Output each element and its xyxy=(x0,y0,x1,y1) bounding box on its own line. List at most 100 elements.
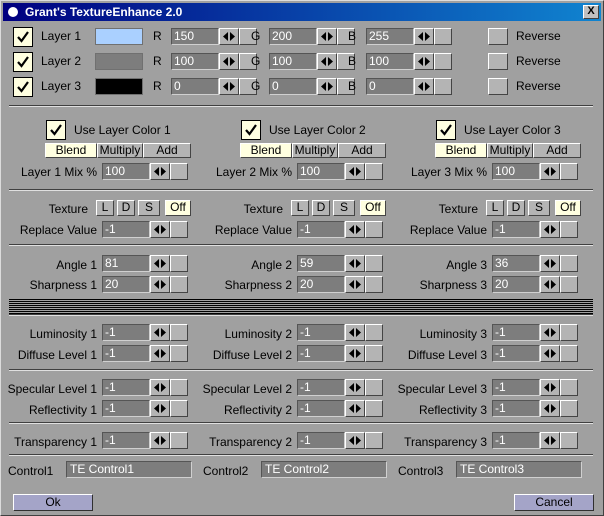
group-1-use-layer-color-checkbox[interactable] xyxy=(46,120,66,140)
group-2-texture-off-button[interactable]: Off xyxy=(360,200,386,216)
group-3-replace-value-input[interactable]: -1 xyxy=(492,221,540,238)
group-2-diffuse-level-spinner[interactable] xyxy=(345,345,365,362)
group-3-transparency-input[interactable]: -1 xyxy=(492,432,540,449)
group-2-angle-extra-button[interactable] xyxy=(365,255,383,272)
layer-2-reverse-checkbox[interactable] xyxy=(488,53,508,70)
layer-2-blue-extra-button[interactable] xyxy=(434,53,452,70)
group-2-transparency-extra-button[interactable] xyxy=(365,432,383,449)
group-2-luminosity-spinner[interactable] xyxy=(345,324,365,341)
group-1-diffuse-level-input[interactable]: -1 xyxy=(102,345,150,362)
group-3-diffuse-level-extra-button[interactable] xyxy=(560,345,578,362)
group-3-sharpness-spinner[interactable] xyxy=(540,276,560,293)
group-2-specular-level-extra-button[interactable] xyxy=(365,379,383,396)
layer-3-blue-input[interactable]: 0 xyxy=(366,78,414,95)
group-1-replace-value-input[interactable]: -1 xyxy=(102,221,150,238)
layer-3-red-spinner[interactable] xyxy=(219,78,239,95)
group-3-reflectivity-spinner[interactable] xyxy=(540,400,560,417)
group-1-specular-level-input[interactable]: -1 xyxy=(102,379,150,396)
group-3-reflectivity-extra-button[interactable] xyxy=(560,400,578,417)
group-1-angle-spinner[interactable] xyxy=(150,255,170,272)
layer-3-blue-spinner[interactable] xyxy=(414,78,434,95)
group-3-luminosity-extra-button[interactable] xyxy=(560,324,578,341)
ok-button[interactable]: Ok xyxy=(13,494,93,511)
layer-1-green-spinner[interactable] xyxy=(317,28,337,45)
layer-2-color-swatch[interactable] xyxy=(95,53,143,70)
group-2-texture-l-button[interactable]: L xyxy=(291,200,309,216)
group-1-luminosity-extra-button[interactable] xyxy=(170,324,188,341)
group-2-texture-d-button[interactable]: D xyxy=(312,200,330,216)
group-3-sharpness-input[interactable]: 20 xyxy=(492,276,540,293)
group-3-diffuse-level-input[interactable]: -1 xyxy=(492,345,540,362)
layer-3-green-spinner[interactable] xyxy=(317,78,337,95)
group-1-blend-multiply-button[interactable]: Multiply xyxy=(97,143,143,158)
group-2-diffuse-level-extra-button[interactable] xyxy=(365,345,383,362)
group-1-specular-level-spinner[interactable] xyxy=(150,379,170,396)
layer-1-checkbox[interactable] xyxy=(13,27,33,47)
group-1-blend-add-button[interactable]: Add xyxy=(143,143,191,158)
group-3-mix-extra-button[interactable] xyxy=(560,163,578,180)
group-1-replace-value-extra-button[interactable] xyxy=(170,221,188,238)
group-1-mix-input[interactable]: 100 xyxy=(102,163,150,180)
group-1-texture-l-button[interactable]: L xyxy=(96,200,114,216)
group-2-reflectivity-input[interactable]: -1 xyxy=(297,400,345,417)
group-3-blend-add-button[interactable]: Add xyxy=(533,143,581,158)
layer-2-red-input[interactable]: 100 xyxy=(171,53,219,70)
layer-1-red-spinner[interactable] xyxy=(219,28,239,45)
group-1-replace-value-spinner[interactable] xyxy=(150,221,170,238)
group-1-specular-level-extra-button[interactable] xyxy=(170,379,188,396)
group-3-specular-level-spinner[interactable] xyxy=(540,379,560,396)
group-1-reflectivity-extra-button[interactable] xyxy=(170,400,188,417)
group-3-luminosity-input[interactable]: -1 xyxy=(492,324,540,341)
group-3-texture-l-button[interactable]: L xyxy=(486,200,504,216)
group-2-mix-spinner[interactable] xyxy=(345,163,365,180)
group-2-replace-value-input[interactable]: -1 xyxy=(297,221,345,238)
layer-2-checkbox[interactable] xyxy=(13,52,33,72)
group-1-transparency-input[interactable]: -1 xyxy=(102,432,150,449)
group-1-blend-blend-button[interactable]: Blend xyxy=(45,143,97,158)
layer-1-reverse-checkbox[interactable] xyxy=(488,28,508,45)
group-2-mix-extra-button[interactable] xyxy=(365,163,383,180)
layer-1-red-input[interactable]: 150 xyxy=(171,28,219,45)
group-2-sharpness-input[interactable]: 20 xyxy=(297,276,345,293)
group-2-use-layer-color-checkbox[interactable] xyxy=(241,120,261,140)
layer-3-reverse-checkbox[interactable] xyxy=(488,78,508,95)
group-1-luminosity-input[interactable]: -1 xyxy=(102,324,150,341)
group-2-replace-value-spinner[interactable] xyxy=(345,221,365,238)
group-1-diffuse-level-extra-button[interactable] xyxy=(170,345,188,362)
group-2-specular-level-input[interactable]: -1 xyxy=(297,379,345,396)
group-3-control-input[interactable]: TE Control3 xyxy=(456,461,582,478)
layer-3-green-input[interactable]: 0 xyxy=(269,78,317,95)
layer-1-blue-input[interactable]: 255 xyxy=(366,28,414,45)
group-2-control-input[interactable]: TE Control2 xyxy=(261,461,387,478)
group-2-transparency-input[interactable]: -1 xyxy=(297,432,345,449)
group-2-angle-spinner[interactable] xyxy=(345,255,365,272)
group-2-specular-level-spinner[interactable] xyxy=(345,379,365,396)
group-2-angle-input[interactable]: 59 xyxy=(297,255,345,272)
group-3-replace-value-extra-button[interactable] xyxy=(560,221,578,238)
layer-3-blue-extra-button[interactable] xyxy=(434,78,452,95)
group-2-luminosity-extra-button[interactable] xyxy=(365,324,383,341)
group-3-blend-multiply-button[interactable]: Multiply xyxy=(487,143,533,158)
group-3-transparency-extra-button[interactable] xyxy=(560,432,578,449)
group-1-sharpness-spinner[interactable] xyxy=(150,276,170,293)
layer-2-green-input[interactable]: 100 xyxy=(269,53,317,70)
layer-2-green-spinner[interactable] xyxy=(317,53,337,70)
layer-1-color-swatch[interactable] xyxy=(95,28,143,45)
group-1-angle-input[interactable]: 81 xyxy=(102,255,150,272)
group-3-angle-extra-button[interactable] xyxy=(560,255,578,272)
group-3-luminosity-spinner[interactable] xyxy=(540,324,560,341)
group-1-transparency-extra-button[interactable] xyxy=(170,432,188,449)
group-2-texture-s-button[interactable]: S xyxy=(333,200,355,216)
group-2-blend-blend-button[interactable]: Blend xyxy=(240,143,292,158)
group-2-reflectivity-extra-button[interactable] xyxy=(365,400,383,417)
layer-3-checkbox[interactable] xyxy=(13,77,33,97)
group-2-diffuse-level-input[interactable]: -1 xyxy=(297,345,345,362)
group-3-reflectivity-input[interactable]: -1 xyxy=(492,400,540,417)
layer-2-red-spinner[interactable] xyxy=(219,53,239,70)
group-2-blend-add-button[interactable]: Add xyxy=(338,143,386,158)
group-1-angle-extra-button[interactable] xyxy=(170,255,188,272)
group-1-texture-d-button[interactable]: D xyxy=(117,200,135,216)
group-2-reflectivity-spinner[interactable] xyxy=(345,400,365,417)
group-3-specular-level-extra-button[interactable] xyxy=(560,379,578,396)
group-2-luminosity-input[interactable]: -1 xyxy=(297,324,345,341)
